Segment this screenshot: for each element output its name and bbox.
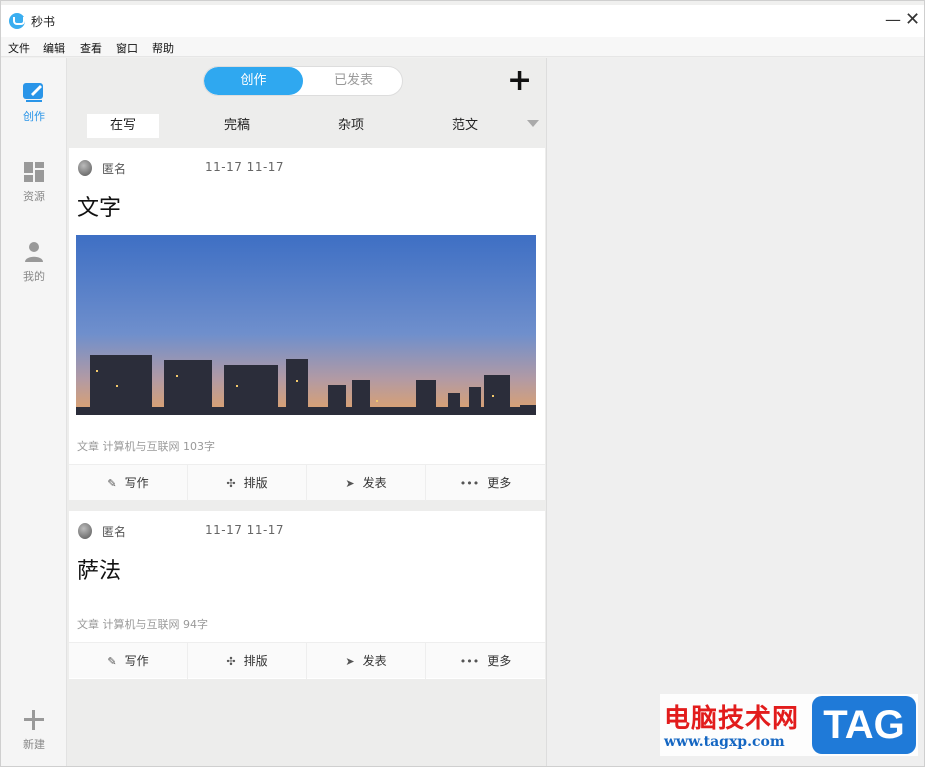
editor-pane: [547, 58, 924, 766]
card-actions: ✎ 写作 ✣ 排版 ➤ 发表 ••• 更多: [69, 464, 545, 501]
tab-samples[interactable]: 范文: [429, 114, 501, 138]
article-card[interactable]: 匿名 11-17 11-17 文字 文章 计算机与互联网 103字 ✎ 写作 ✣…: [69, 148, 545, 501]
send-icon: ➤: [345, 477, 355, 490]
segment-published[interactable]: 已发表: [304, 67, 402, 95]
menu-bar: 文件 编辑 查看 窗口 帮助: [1, 37, 924, 57]
avatar: [78, 523, 92, 539]
menu-view[interactable]: 查看: [80, 40, 102, 56]
publish-button[interactable]: ➤ 发表: [307, 643, 426, 679]
more-icon: •••: [459, 655, 480, 668]
new-label: 新建: [23, 738, 45, 751]
publish-label: 发表: [362, 476, 387, 490]
watermark-url: www.tagxp.com: [664, 734, 785, 750]
more-icon: •••: [459, 477, 480, 490]
more-label: 更多: [487, 654, 512, 668]
sidebar-item-label: 我的: [23, 270, 45, 283]
publish-button[interactable]: ➤ 发表: [307, 465, 426, 501]
user-icon: [22, 240, 46, 264]
menu-file[interactable]: 文件: [8, 40, 30, 56]
plus-icon: [22, 708, 46, 732]
write-label: 写作: [124, 476, 149, 490]
cover-image: [76, 235, 536, 415]
pen-icon: ✎: [107, 655, 117, 668]
layout-label: 排版: [243, 476, 268, 490]
watermark-logo: TAG: [812, 696, 916, 754]
grid-icon: [22, 160, 46, 184]
sidebar-item-resources[interactable]: 资源: [1, 160, 67, 204]
title-bar: 秒书 — ✕: [1, 5, 924, 37]
tab-writing[interactable]: 在写: [87, 114, 159, 138]
tab-bar: 在写 完稿 杂项 范文: [67, 110, 547, 138]
layout-icon: ✣: [226, 655, 236, 668]
tab-finished[interactable]: 完稿: [201, 114, 273, 138]
segmented-control: 创作 已发表: [203, 66, 403, 96]
tab-misc[interactable]: 杂项: [315, 114, 387, 138]
author-name: 匿名: [102, 162, 127, 176]
more-button[interactable]: ••• 更多: [426, 465, 545, 501]
write-button[interactable]: ✎ 写作: [69, 643, 188, 679]
menu-edit[interactable]: 编辑: [43, 40, 65, 56]
article-title: 文字: [77, 196, 122, 221]
sidebar-item-mine[interactable]: 我的: [1, 240, 67, 284]
article-card[interactable]: 匿名 11-17 11-17 萨法 文章 计算机与互联网 94字 ✎ 写作 ✣ 排版…: [69, 511, 545, 679]
more-button[interactable]: ••• 更多: [426, 643, 545, 679]
layout-icon: ✣: [226, 477, 236, 490]
menu-help[interactable]: 帮助: [152, 40, 174, 56]
sidebar-item-create[interactable]: 创作: [1, 80, 67, 124]
sidebar-item-label: 创作: [23, 110, 45, 123]
layout-button[interactable]: ✣ 排版: [188, 643, 307, 679]
article-list-pane: 创作 已发表 + 在写 完稿 杂项 范文 匿名 11-17 11-17 文字 文…: [67, 58, 547, 766]
write-icon: [22, 80, 46, 104]
add-article-button[interactable]: +: [507, 66, 532, 96]
app-logo-icon: [9, 13, 25, 29]
layout-label: 排版: [243, 654, 268, 668]
send-icon: ➤: [345, 655, 355, 668]
sidebar: 创作 资源 我的 新建: [1, 58, 67, 766]
sidebar-item-label: 资源: [23, 190, 45, 203]
more-label: 更多: [487, 476, 512, 490]
layout-button[interactable]: ✣ 排版: [188, 465, 307, 501]
article-title: 萨法: [77, 559, 122, 584]
close-button[interactable]: ✕: [905, 11, 920, 29]
article-dates: 11-17 11-17: [205, 160, 285, 174]
chevron-down-icon[interactable]: [527, 120, 539, 127]
site-watermark: 电脑技术网 www.tagxp.com TAG: [660, 694, 918, 756]
watermark-text: 电脑技术网: [664, 704, 800, 734]
app-window: 秒书 — ✕ 文件 编辑 查看 窗口 帮助 创作 资源 我的 新建 创作 已发表…: [0, 0, 925, 767]
menu-window[interactable]: 窗口: [116, 40, 138, 56]
article-meta: 文章 计算机与互联网 94字: [77, 618, 208, 631]
author-name: 匿名: [102, 525, 127, 539]
publish-label: 发表: [362, 654, 387, 668]
article-meta: 文章 计算机与互联网 103字: [77, 440, 215, 453]
avatar: [78, 160, 92, 176]
card-actions: ✎ 写作 ✣ 排版 ➤ 发表 ••• 更多: [69, 642, 545, 679]
app-title: 秒书: [31, 15, 56, 29]
segment-create[interactable]: 创作: [204, 67, 303, 95]
article-dates: 11-17 11-17: [205, 523, 285, 537]
write-label: 写作: [124, 654, 149, 668]
write-button[interactable]: ✎ 写作: [69, 465, 188, 501]
minimize-button[interactable]: —: [885, 11, 901, 29]
pen-icon: ✎: [107, 477, 117, 490]
new-button[interactable]: 新建: [1, 708, 67, 752]
